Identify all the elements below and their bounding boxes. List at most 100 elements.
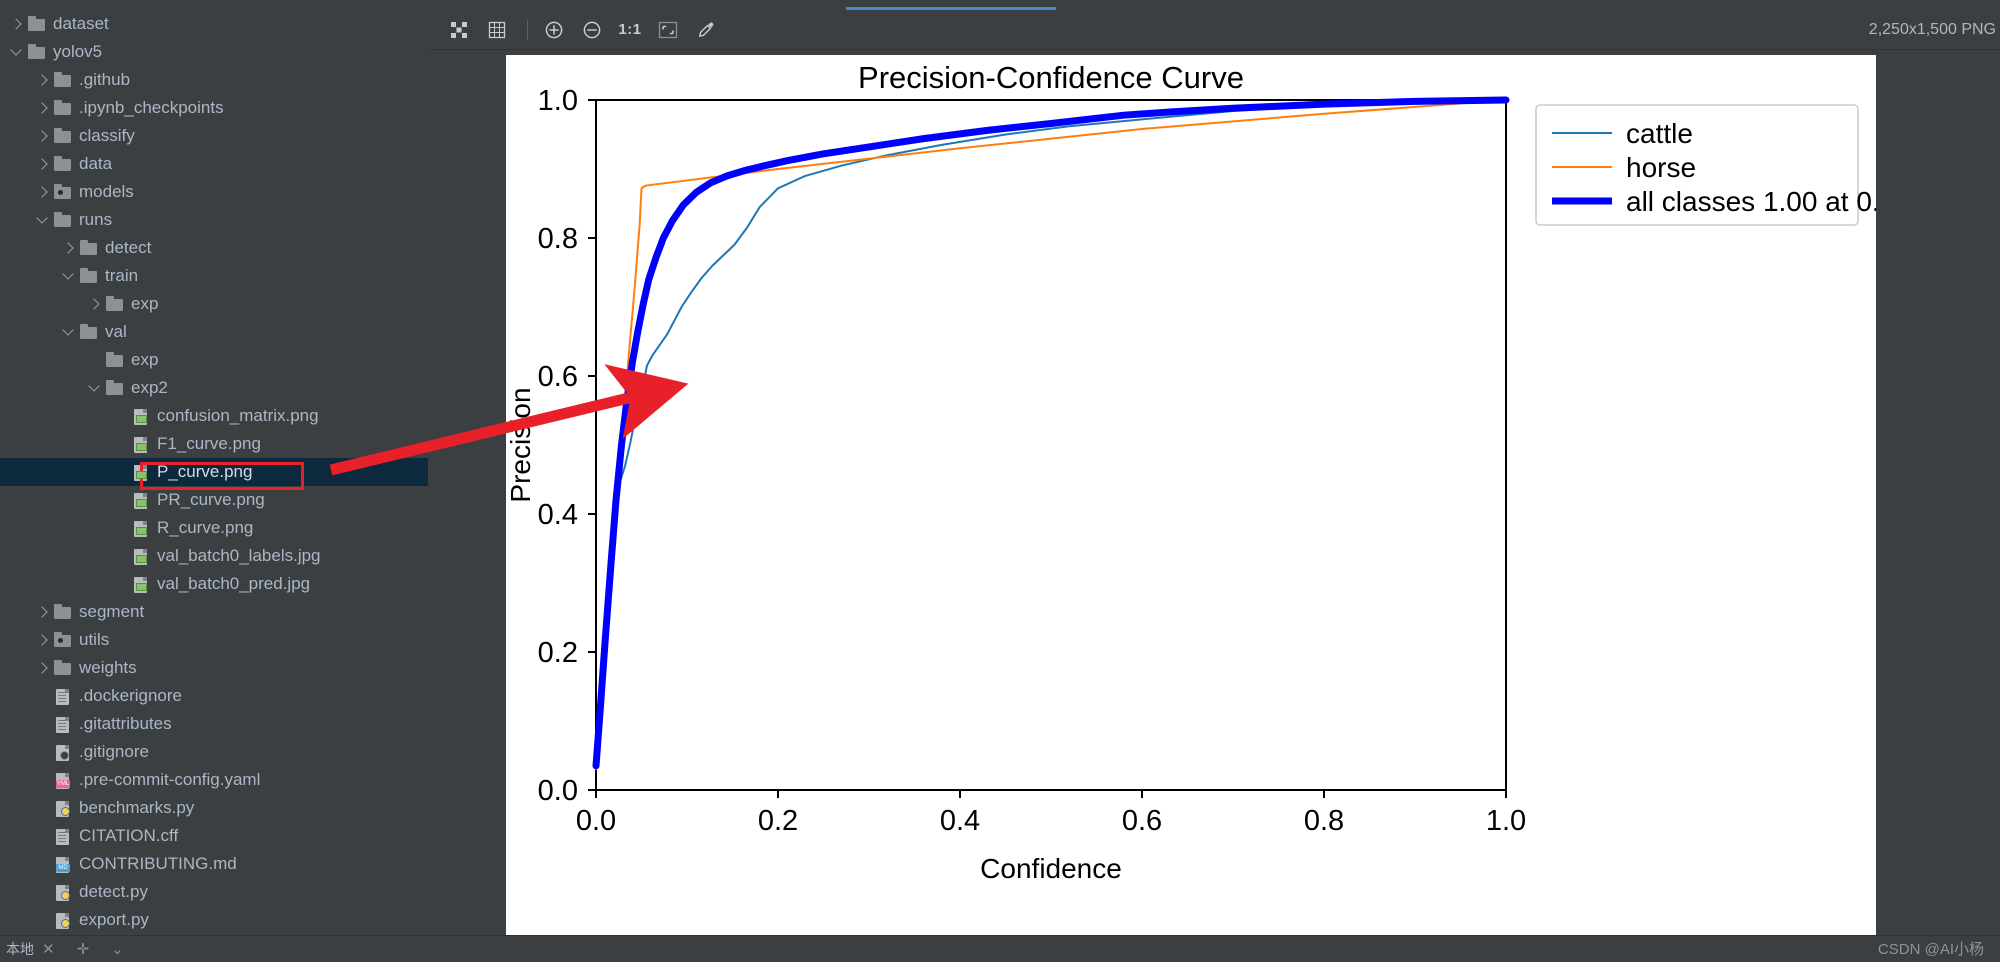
- file-tree-row[interactable]: .dockerignore: [0, 682, 428, 710]
- file-tree-row[interactable]: utils: [0, 626, 428, 654]
- python-file-icon: [54, 800, 72, 817]
- file-tree-row[interactable]: F1_curve.png: [0, 430, 428, 458]
- chevron-down-icon[interactable]: [60, 268, 76, 284]
- file-tree-row[interactable]: .gitattributes: [0, 710, 428, 738]
- chevron-placeholder: [34, 828, 50, 844]
- chevron-down-icon[interactable]: [60, 324, 76, 340]
- chevron-placeholder: [34, 800, 50, 816]
- file-tree-row[interactable]: exp2: [0, 374, 428, 402]
- file-tree-row[interactable]: P_curve.png: [0, 458, 428, 486]
- fit-to-window-icon[interactable]: [651, 15, 685, 45]
- zoom-in-icon[interactable]: [537, 15, 571, 45]
- svg-text:horse: horse: [1626, 152, 1696, 183]
- file-tree-row-label: val: [105, 322, 127, 341]
- file-tree-row[interactable]: dataset: [0, 10, 428, 38]
- module-folder-icon: [54, 184, 72, 200]
- file-tree-row[interactable]: val_batch0_pred.jpg: [0, 570, 428, 598]
- file-tree-row[interactable]: models: [0, 178, 428, 206]
- svg-text:all classes 1.00 at 0.635: all classes 1.00 at 0.635: [1626, 186, 1876, 217]
- file-tree-row[interactable]: .ipynb_checkpoints: [0, 94, 428, 122]
- chevron-right-icon[interactable]: [8, 16, 24, 32]
- file-tree-row[interactable]: YML .pre-commit-config.yaml: [0, 766, 428, 794]
- svg-text:0.6: 0.6: [538, 361, 578, 393]
- transparency-grid-icon[interactable]: [442, 15, 476, 45]
- file-tree-row-label: models: [79, 182, 134, 201]
- chevron-right-icon[interactable]: [34, 184, 50, 200]
- chevron-right-icon[interactable]: [34, 128, 50, 144]
- chevron-down-icon[interactable]: [34, 212, 50, 228]
- precision-confidence-chart: 0.0 0.2 0.4 0.6 0.8 1.0 0.0 0.2 0.4 0.6 0.8 1.0 Prec…: [505, 55, 1926, 935]
- image-file-icon: [132, 408, 150, 425]
- editor-tab-strip[interactable]: [0, 0, 2000, 10]
- file-tree-row-label: val_batch0_pred.jpg: [157, 574, 311, 593]
- chevron-right-icon[interactable]: [34, 156, 50, 172]
- chevron-right-icon[interactable]: [34, 72, 50, 88]
- file-tree-row-label: exp: [131, 350, 159, 369]
- text-file-icon: [54, 716, 72, 733]
- yaml-file-icon: YML: [54, 772, 72, 789]
- chevron-down-icon[interactable]: [8, 44, 24, 60]
- displayed-image: 0.0 0.2 0.4 0.6 0.8 1.0 0.0 0.2 0.4 0.6 0.8 1.0 Prec…: [505, 55, 1926, 935]
- file-tree-row[interactable]: val: [0, 318, 428, 346]
- file-tree-row[interactable]: detect: [0, 234, 428, 262]
- chevron-down-icon[interactable]: [86, 380, 102, 396]
- chevron-placeholder: [86, 352, 102, 368]
- chevron-right-icon[interactable]: [60, 240, 76, 256]
- file-tree-row[interactable]: weights: [0, 654, 428, 682]
- chevron-right-icon[interactable]: [86, 296, 102, 312]
- file-tree-row[interactable]: .gitignore: [0, 738, 428, 766]
- file-tree-row[interactable]: exp: [0, 290, 428, 318]
- image-info-status: 2,250x1,500 PNG: [1868, 21, 1996, 38]
- add-icon[interactable]: ✛: [77, 940, 90, 958]
- chevron-right-icon[interactable]: [34, 100, 50, 116]
- file-tree-row[interactable]: export.py: [0, 906, 428, 934]
- image-viewer-toolbar[interactable]: 1:1 2,250x1,500 PNG: [428, 10, 2000, 50]
- folder-icon: [28, 16, 46, 32]
- color-picker-icon[interactable]: [689, 15, 723, 45]
- text-file-icon: [54, 828, 72, 845]
- file-tree-row[interactable]: classify: [0, 122, 428, 150]
- svg-text:0.6: 0.6: [1122, 805, 1162, 837]
- file-tree-row[interactable]: runs: [0, 206, 428, 234]
- svg-text:1.0: 1.0: [538, 85, 578, 117]
- file-tree-row[interactable]: benchmarks.py: [0, 794, 428, 822]
- chevron-down-icon[interactable]: ⌄: [111, 940, 124, 958]
- chevron-right-icon[interactable]: [34, 604, 50, 620]
- chevron-placeholder: [112, 408, 128, 424]
- chevron-right-icon[interactable]: [34, 660, 50, 676]
- chevron-placeholder: [34, 856, 50, 872]
- file-tree-row[interactable]: confusion_matrix.png: [0, 402, 428, 430]
- file-tree-row-label: detect: [105, 238, 152, 257]
- vcs-branch-widget[interactable]: 本地 ✕: [6, 939, 55, 959]
- chevron-placeholder: [112, 492, 128, 508]
- file-tree-row[interactable]: data: [0, 150, 428, 178]
- file-tree-row[interactable]: yolov5: [0, 38, 428, 66]
- close-icon[interactable]: ✕: [42, 940, 55, 958]
- file-tree-row[interactable]: train: [0, 262, 428, 290]
- file-tree-row-label: .pre-commit-config.yaml: [79, 770, 261, 789]
- file-tree-row[interactable]: segment: [0, 598, 428, 626]
- module-folder-icon: [54, 632, 72, 648]
- svg-text:0.8: 0.8: [538, 223, 578, 255]
- file-tree-row-label: R_curve.png: [157, 518, 254, 537]
- file-tree-row[interactable]: detect.py: [0, 878, 428, 906]
- file-tree-row[interactable]: exp: [0, 346, 428, 374]
- file-tree-row[interactable]: val_batch0_labels.jpg: [0, 542, 428, 570]
- zoom-out-icon[interactable]: [575, 15, 609, 45]
- file-tree-row[interactable]: R_curve.png: [0, 514, 428, 542]
- file-tree-row[interactable]: PR_curve.png: [0, 486, 428, 514]
- app-window: dataset yolov5 .github .ipynb_checkpoints cl…: [0, 0, 2000, 962]
- actual-size-button[interactable]: 1:1: [613, 15, 647, 45]
- file-tree-row-label: exp: [131, 294, 159, 313]
- file-tree-row[interactable]: MD CONTRIBUTING.md: [0, 850, 428, 878]
- file-tree-row[interactable]: CITATION.cff: [0, 822, 428, 850]
- file-tree-row-label: .gitignore: [79, 742, 149, 761]
- image-canvas-area[interactable]: 0.0 0.2 0.4 0.6 0.8 1.0 0.0 0.2 0.4 0.6 0.8 1.0 Prec…: [428, 50, 2000, 935]
- pixel-grid-icon[interactable]: [480, 15, 514, 45]
- file-tree-row-label: export.py: [79, 910, 149, 929]
- project-file-tree[interactable]: dataset yolov5 .github .ipynb_checkpoints cl…: [0, 10, 428, 935]
- svg-text:0.2: 0.2: [538, 637, 578, 669]
- folder-icon: [106, 352, 124, 368]
- chevron-right-icon[interactable]: [34, 632, 50, 648]
- file-tree-row[interactable]: .github: [0, 66, 428, 94]
